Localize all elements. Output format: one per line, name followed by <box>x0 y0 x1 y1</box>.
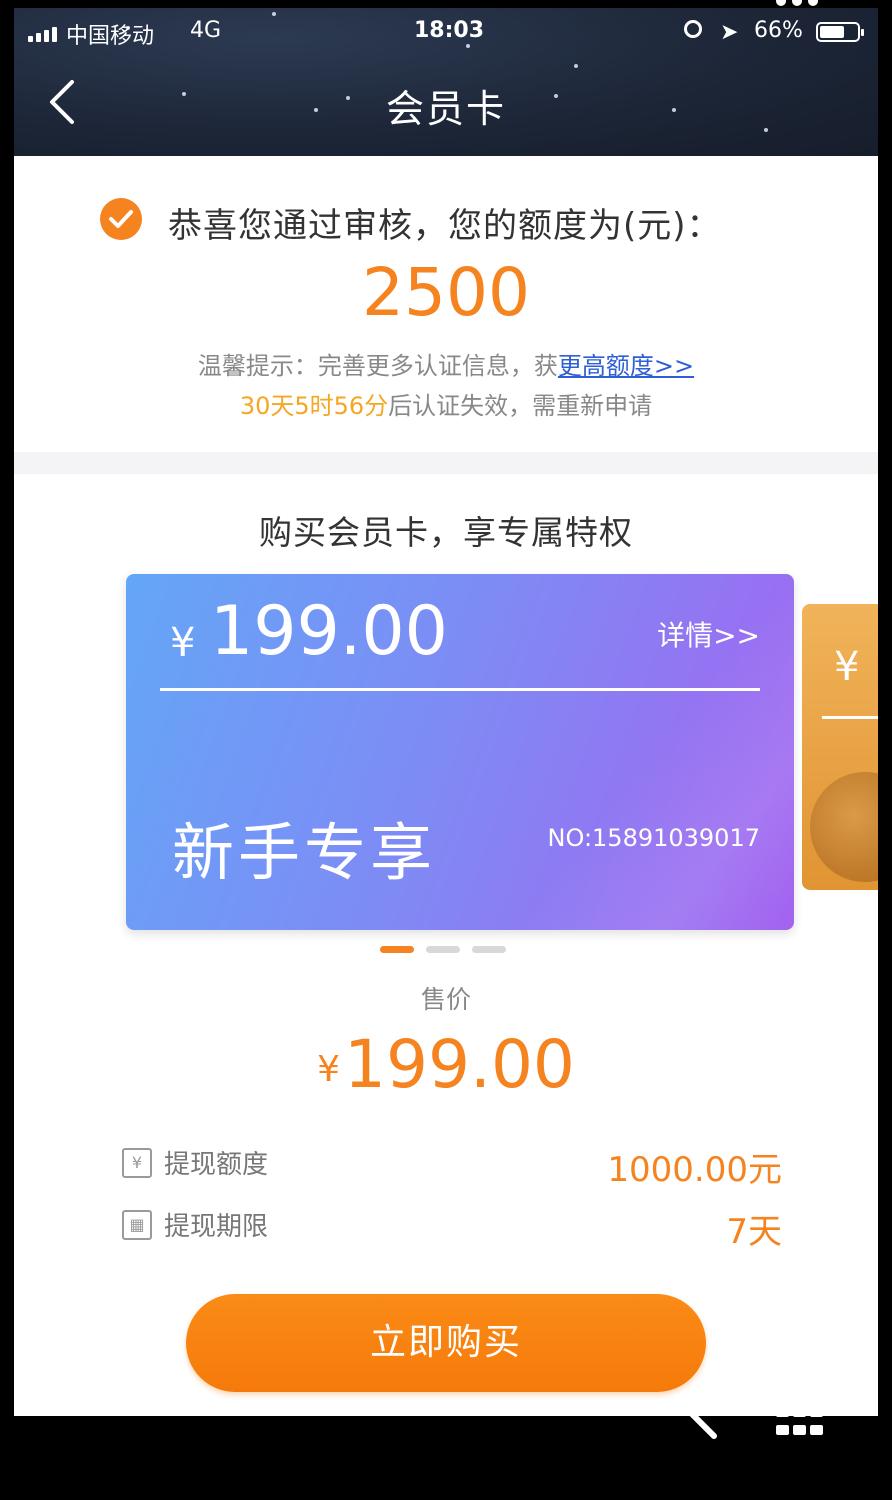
tip-prefix: 温馨提示：完善更多认证信息，获 <box>197 352 558 380</box>
withdraw-term-value: 7天 <box>726 1212 782 1252</box>
price-currency: ¥ <box>317 1049 340 1090</box>
withdraw-limit-label: 提现额度 <box>164 1150 269 1180</box>
rotation-lock-icon <box>684 20 702 38</box>
carousel-dot[interactable] <box>380 946 414 953</box>
check-circle-icon <box>100 198 142 240</box>
card-price: 199.00 <box>210 592 448 671</box>
apps-grid-icon <box>776 1390 826 1438</box>
expire-suffix: 后认证失效，需重新申请 <box>388 392 653 420</box>
price-label: 售价 <box>420 985 471 1014</box>
withdraw-term-label: 提现期限 <box>164 1212 269 1242</box>
status-bar: 中国移动 4G 18:03 ➤ 66% <box>14 8 878 56</box>
app-screen: 中国移动 4G 18:03 ➤ 66% 会员卡 恭喜您通过审核，您的额度为(元)… <box>14 8 878 1416</box>
membership-section-title: 购买会员卡，享专属特权 <box>259 513 633 552</box>
expire-notice: 30天5时56分后认证失效，需重新申请 <box>14 386 878 421</box>
approval-message: 恭喜您通过审核，您的额度为(元)： <box>168 206 722 246</box>
clock-time: 18:03 <box>414 18 485 43</box>
tip-text: 温馨提示：完善更多认证信息，获更高额度>> <box>14 346 878 381</box>
card-name: 新手专享 <box>172 816 437 889</box>
expire-countdown: 30天5时56分 <box>239 392 389 420</box>
sale-price: ¥199.00 <box>14 1026 878 1103</box>
magic-wand-icon <box>668 1390 717 1439</box>
withdraw-limit-row: ¥ 提现额度 1000.00元 <box>122 1142 782 1190</box>
next-membership-card[interactable]: ¥ <box>802 604 878 890</box>
carousel-dot[interactable] <box>426 946 460 953</box>
battery-icon <box>816 22 864 42</box>
page-title: 会员卡 <box>385 87 506 131</box>
location-arrow-icon: ➤ <box>720 20 739 45</box>
calendar-icon: ▦ <box>122 1210 152 1240</box>
carousel-indicator <box>380 946 506 953</box>
credit-limit-amount: 2500 <box>362 254 530 331</box>
carrier-name: 中国移动 <box>66 24 155 49</box>
buy-now-button[interactable]: 立即购买 <box>186 1294 706 1392</box>
carousel-dot[interactable] <box>472 946 506 953</box>
section-divider <box>14 452 878 474</box>
price-value: 199.00 <box>343 1026 575 1103</box>
approval-section: 恭喜您通过审核，您的额度为(元)： 2500 温馨提示：完善更多认证信息，获更高… <box>14 156 878 452</box>
withdraw-limit-value: 1000.00元 <box>607 1150 782 1190</box>
network-type: 4G <box>190 18 222 43</box>
higher-limit-link[interactable]: 更高额度>> <box>558 352 694 380</box>
money-card-icon: ¥ <box>122 1148 152 1178</box>
nav-header: 中国移动 4G 18:03 ➤ 66% 会员卡 <box>14 8 878 156</box>
signal-icon <box>28 24 57 42</box>
withdraw-term-row: ▦ 提现期限 7天 <box>122 1204 782 1252</box>
membership-card[interactable]: ¥ 199.00 详情>> 新手专享 NO:15891039017 <box>126 574 794 930</box>
card-currency: ¥ <box>170 620 196 666</box>
card-divider <box>160 688 760 691</box>
next-card-currency: ¥ <box>834 644 860 690</box>
globe-icon <box>810 772 878 882</box>
battery-fill <box>820 26 844 38</box>
card-number: NO:15891039017 <box>547 824 760 852</box>
more-dots-icon <box>776 0 818 6</box>
card-detail-link[interactable]: 详情>> <box>657 614 760 654</box>
battery-percent: 66% <box>754 18 803 43</box>
